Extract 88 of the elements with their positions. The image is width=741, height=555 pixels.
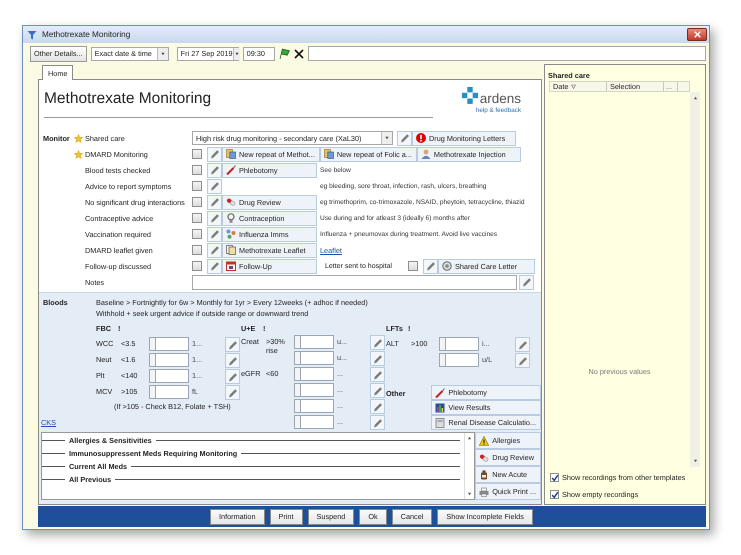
calculator-icon [435,418,446,428]
edit-button[interactable] [207,194,222,210]
scroll-up-icon[interactable] [692,96,698,100]
checkbox[interactable] [192,261,202,271]
checkbox[interactable] [192,245,202,255]
edit-button[interactable] [370,351,385,366]
value-field[interactable] [294,383,334,397]
value-field[interactable] [294,399,334,413]
edit-button[interactable] [515,337,530,352]
edit-button[interactable] [519,274,534,290]
checkbox[interactable] [192,229,202,239]
value-field[interactable] [149,353,189,367]
warning-icon [479,436,490,446]
edit-button[interactable] [225,369,240,384]
pencil-icon [522,277,532,287]
bottle-icon [479,470,490,480]
checkbox[interactable] [192,197,202,207]
caret-icon [384,136,390,140]
edit-button[interactable] [207,178,222,194]
edit-button[interactable] [225,337,240,352]
bar-chart-icon [435,402,446,412]
edit-button[interactable] [207,258,222,274]
edit-button[interactable] [207,162,222,178]
checkbox[interactable] [192,149,202,159]
logo-wordmark: ardens [480,92,521,105]
document-icon [226,245,236,255]
edit-button[interactable] [423,258,438,274]
value-field[interactable] [294,351,334,365]
notes-field[interactable] [192,274,517,290]
value-field[interactable] [149,369,189,383]
logo-icon [460,87,479,105]
value-field[interactable] [294,335,334,349]
seal-icon [442,261,452,271]
check-icon [550,474,558,482]
caret-icon [160,52,166,56]
edit-button[interactable] [370,399,385,414]
checkbox[interactable] [408,261,418,271]
scroll-up-icon[interactable] [467,436,472,440]
scroll-down-icon[interactable] [467,492,472,496]
edit-button[interactable] [207,210,222,226]
check-icon [550,490,558,498]
prescription-icon [324,149,334,159]
window-title: Methotrexate Monitoring [42,30,130,39]
edit-button[interactable] [370,335,385,350]
edit-button[interactable] [207,146,222,162]
molecule-icon [226,229,236,239]
edit-button[interactable] [225,353,240,368]
alert-icon [416,133,426,143]
close-icon [694,31,700,38]
checkbox[interactable] [192,165,202,175]
edit-button[interactable] [370,383,385,398]
pencil-icon [426,261,436,271]
close-button[interactable] [687,28,707,41]
flag-icon[interactable] [278,48,290,59]
checkbox[interactable] [550,473,559,482]
prescription-icon [226,149,236,159]
pencil-icon [400,133,410,143]
edit-button[interactable] [207,242,222,258]
text-field[interactable] [308,46,706,61]
edit-button[interactable] [515,353,530,368]
funnel-icon [27,30,37,40]
checkbox[interactable] [192,181,202,191]
caret-icon [234,52,240,56]
value-field[interactable] [294,415,334,429]
value-field[interactable] [439,337,479,351]
edit-button[interactable] [370,367,385,382]
value-field[interactable] [439,353,479,367]
value-field[interactable] [294,367,334,381]
edit-button[interactable] [207,226,222,242]
syringe-icon [435,388,446,398]
checkbox[interactable] [550,490,559,499]
bulb-icon [226,213,236,223]
edit-button[interactable] [370,415,385,430]
capsule-icon [479,452,490,462]
person-icon [420,149,431,159]
edit-button[interactable] [225,385,240,400]
syringe-icon [226,165,236,175]
value-field[interactable] [149,337,189,351]
value-field[interactable] [149,385,189,399]
checkbox[interactable] [192,213,202,223]
printer-icon [479,486,490,496]
cross-icon[interactable] [294,48,304,58]
sort-icon[interactable] [571,84,576,89]
edit-button[interactable] [397,130,412,146]
capsule-icon [226,197,236,207]
page-heading: Methotrexate Monitoring [44,90,433,118]
calendar-icon [226,261,236,271]
scroll-down-icon[interactable] [692,459,698,463]
